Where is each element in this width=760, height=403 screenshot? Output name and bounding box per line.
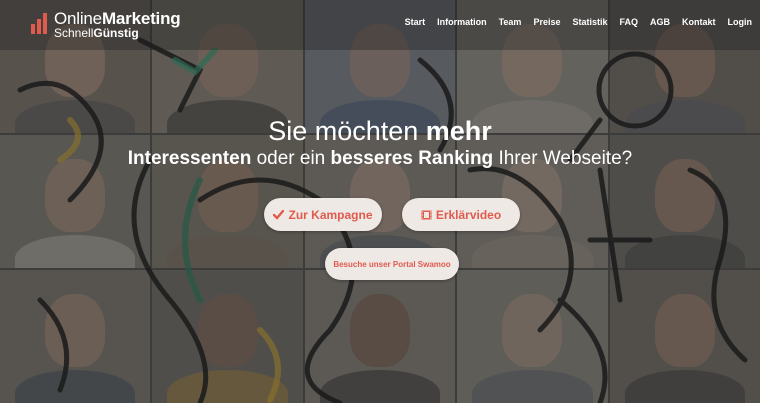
nav-agb[interactable]: AGB (650, 17, 670, 27)
nav-information[interactable]: Information (437, 17, 487, 27)
hero-section: OnlineMarketing SchnellGünstig Start Inf… (0, 0, 760, 403)
portal-swamoo-button[interactable]: Besuche unser Portal Swamoo (325, 248, 459, 280)
erklaervideo-label: Erklärvideo (435, 207, 502, 222)
sub-bold-2: besseres Ranking (330, 148, 494, 169)
sub-normal-2: Ihrer Webseite? (493, 148, 633, 169)
sub-normal-1: oder ein (251, 148, 331, 169)
nav-faq[interactable]: FAQ (619, 17, 638, 27)
erklaervideo-button[interactable]: Erklärvideo (402, 198, 520, 231)
nav-kontakt[interactable]: Kontakt (682, 17, 716, 27)
nav-team[interactable]: Team (499, 17, 522, 27)
top-navbar: OnlineMarketing SchnellGünstig Start Inf… (0, 0, 760, 50)
logo-schnell: Schnell (54, 26, 94, 40)
nav-start[interactable]: Start (405, 17, 426, 27)
nav-login[interactable]: Login (728, 17, 753, 27)
bar-chart-icon (31, 13, 47, 34)
headline-bold: mehr (425, 116, 492, 146)
nav-preise[interactable]: Preise (533, 17, 560, 27)
hero-subheadline: Interessenten oder ein besseres Ranking … (0, 148, 760, 170)
dark-overlay (0, 0, 760, 403)
logo-guenstig: Günstig (93, 26, 139, 40)
site-logo[interactable]: OnlineMarketing SchnellGünstig (30, 10, 181, 40)
portal-label: Besuche unser Portal Swamoo (333, 259, 451, 269)
kampagne-button[interactable]: Zur Kampagne (264, 198, 382, 231)
hero-headline: Sie möchten mehr (0, 116, 760, 147)
nav-statistik[interactable]: Statistik (572, 17, 607, 27)
main-nav: Start Information Team Preise Statistik … (393, 17, 752, 27)
sub-bold-1: Interessenten (127, 148, 252, 169)
film-icon (421, 210, 432, 219)
kampagne-label: Zur Kampagne (288, 207, 373, 222)
check-icon (273, 209, 285, 220)
headline-normal: Sie möchten (268, 116, 426, 146)
logo-text: OnlineMarketing SchnellGünstig (54, 10, 181, 40)
